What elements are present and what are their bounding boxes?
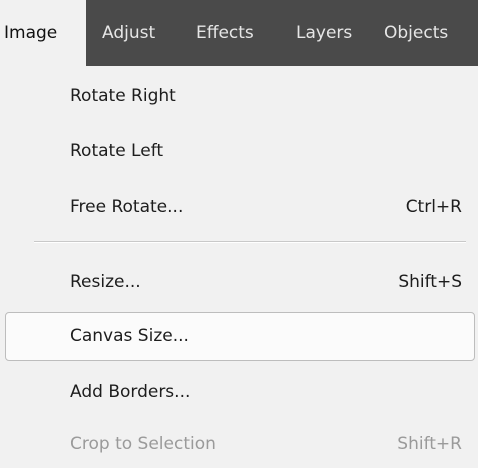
menu-item-label: Crop to Selection [70,434,216,454]
menu-adjust-label: Adjust [102,23,156,43]
menu-item-shortcut: Shift+S [398,272,462,292]
menu-item-shortcut: Ctrl+R [405,197,462,217]
menu-layers[interactable]: Layers [296,0,352,66]
menu-separator [34,241,466,243]
menu-bar: Image Adjust Effects Layers Objects [0,0,478,67]
menu-item-add-borders[interactable]: Add Borders... [0,369,478,415]
menu-adjust[interactable]: Adjust [102,0,155,66]
menu-item-free-rotate[interactable]: Free Rotate... Ctrl+R [0,184,478,230]
menu-item-label: Rotate Left [70,141,164,161]
menu-item-resize[interactable]: Resize... Shift+S [0,259,478,305]
menu-item-canvas-size[interactable]: Canvas Size... [5,312,475,361]
menu-item-label: Canvas Size... [70,326,189,346]
menu-objects[interactable]: Objects [384,0,448,66]
image-dropdown-menu: Rotate Right Rotate Left Free Rotate... … [0,66,478,468]
menu-item-rotate-right[interactable]: Rotate Right [0,73,478,119]
menu-item-crop-to-selection[interactable]: Crop to Selection Shift+R [0,421,478,467]
menu-item-label: Free Rotate... [70,197,184,217]
menu-objects-label: Objects [384,23,449,43]
menu-item-label: Add Borders... [70,382,191,402]
menu-item-label: Resize... [70,272,141,292]
menu-item-rotate-left[interactable]: Rotate Left [0,128,478,174]
menu-item-label: Rotate Right [70,86,176,106]
menu-image-label: Image [4,23,58,43]
menu-item-shortcut: Shift+R [397,434,462,454]
menu-effects-label: Effects [196,23,254,43]
menu-layers-label: Layers [296,23,353,43]
menu-image[interactable]: Image [0,0,86,66]
menu-effects[interactable]: Effects [196,0,254,66]
